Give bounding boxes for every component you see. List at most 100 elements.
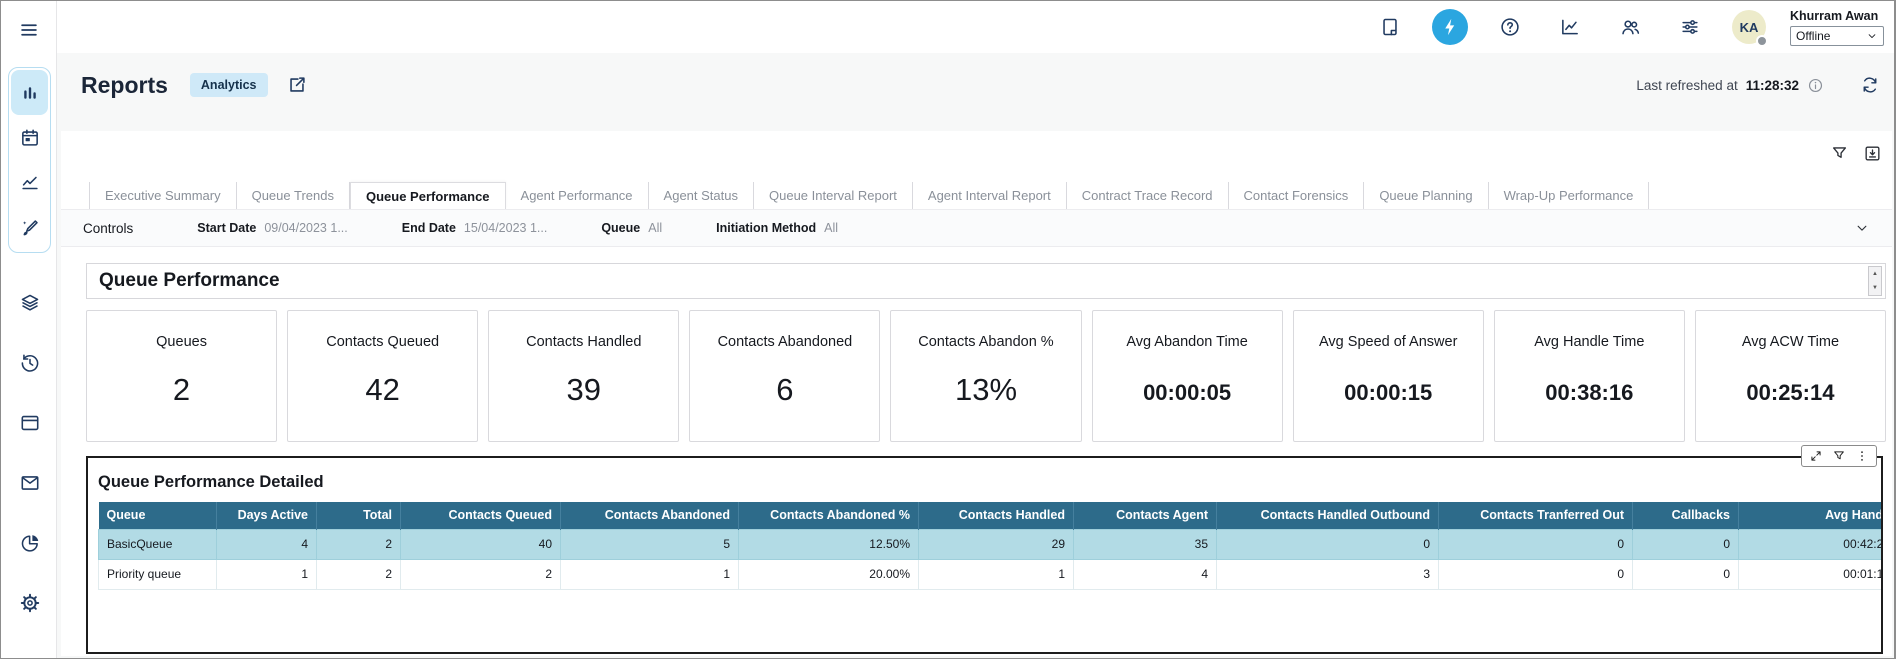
open-in-new-button[interactable] (286, 74, 308, 96)
sidebar-secondary-group (8, 292, 51, 614)
kpi-card: Queues2 (86, 310, 277, 442)
control-end-date[interactable]: End Date15/04/2023 1... (402, 221, 548, 235)
info-icon (1807, 77, 1824, 94)
history-icon (19, 352, 41, 374)
tab-queue-interval-report[interactable]: Queue Interval Report (754, 182, 913, 209)
table-cell: 0 (1633, 529, 1739, 559)
topbar-help-button[interactable] (1492, 9, 1528, 45)
kpi-label: Avg Abandon Time (1126, 334, 1247, 350)
tab-wrap-up-performance[interactable]: Wrap-Up Performance (1489, 182, 1650, 209)
table-cell: 12.50% (739, 529, 919, 559)
refresh-icon (1860, 75, 1880, 95)
column-header[interactable]: Contacts Abandoned % (739, 502, 919, 529)
bar-chart-icon (19, 82, 41, 104)
topbar-document-button[interactable] (1372, 9, 1408, 45)
column-header[interactable]: Days Active (217, 502, 317, 529)
gear-icon (19, 592, 41, 614)
table-row[interactable]: Priority queue122120.00%1430000:01:19 (99, 559, 1882, 589)
document-icon (1379, 16, 1401, 38)
filter-funnel-button[interactable] (1830, 144, 1849, 163)
topbar: KA Khurram Awan Offline (57, 1, 1894, 53)
brush-icon (19, 217, 41, 239)
status-dropdown-value: Offline (1796, 29, 1830, 43)
info-icon[interactable] (1807, 77, 1824, 94)
tab-agent-interval-report[interactable]: Agent Interval Report (913, 182, 1067, 209)
kpi-card: Avg Handle Time00:38:16 (1494, 310, 1685, 442)
line-chart-icon (19, 172, 41, 194)
sidebar-layers-button[interactable] (19, 292, 41, 314)
tab-agent-status[interactable]: Agent Status (649, 182, 754, 209)
control-queue[interactable]: QueueAll (601, 221, 662, 235)
column-header[interactable]: Contacts Handled (919, 502, 1074, 529)
status-dropdown[interactable]: Offline (1790, 26, 1884, 46)
table-cell: 0 (1439, 559, 1633, 589)
topbar-right-cluster: KA Khurram Awan Offline (1372, 1, 1888, 53)
column-header[interactable]: Avg Handl. (1739, 502, 1882, 529)
column-header[interactable]: Contacts Abandoned (561, 502, 739, 529)
tab-executive-summary[interactable]: Executive Summary (89, 182, 237, 209)
tab-queue-trends[interactable]: Queue Trends (237, 182, 350, 209)
external-link-icon (286, 74, 308, 96)
column-header[interactable]: Contacts Queued (401, 502, 561, 529)
status-indicator-dot (1756, 35, 1768, 47)
kebab-menu-button[interactable] (1855, 449, 1869, 463)
topbar-metrics-button[interactable] (1552, 9, 1588, 45)
topbar-sliders-button[interactable] (1672, 9, 1708, 45)
kpi-label: Avg Handle Time (1534, 334, 1644, 350)
tab-agent-performance[interactable]: Agent Performance (506, 182, 649, 209)
sidebar-calendar-button[interactable] (11, 115, 48, 160)
hamburger-menu-button[interactable] (14, 18, 44, 42)
table-actions (1801, 445, 1877, 467)
pie-icon (19, 532, 41, 554)
sidebar-gear-button[interactable] (19, 592, 41, 614)
sidebar-pie-button[interactable] (19, 532, 41, 554)
kpi-label: Queues (156, 334, 207, 350)
last-refreshed-time: 11:28:32 (1746, 78, 1799, 93)
control-initiation-method[interactable]: Initiation MethodAll (716, 221, 838, 235)
kpi-value: 39 (567, 372, 601, 408)
sidebar-window-button[interactable] (19, 412, 41, 434)
column-header[interactable]: Contacts Agent (1074, 502, 1217, 529)
sidebar-mail-button[interactable] (19, 472, 41, 494)
tab-contact-forensics[interactable]: Contact Forensics (1229, 182, 1365, 209)
column-header[interactable]: Callbacks (1633, 502, 1739, 529)
column-header[interactable]: Contacts Handled Outbound (1217, 502, 1439, 529)
table-filter-button[interactable] (1832, 449, 1846, 463)
kpi-card: Contacts Abandoned6 (689, 310, 880, 442)
last-refreshed: Last refreshed at 11:28:32 (1636, 75, 1880, 95)
sidebar-line-chart-button[interactable] (11, 160, 48, 205)
tab-queue-planning[interactable]: Queue Planning (1364, 182, 1488, 209)
tab-queue-performance[interactable]: Queue Performance (350, 182, 506, 209)
sidebar-history-button[interactable] (19, 352, 41, 374)
control-start-date[interactable]: Start Date09/04/2023 1... (197, 221, 347, 235)
sidebar-bar-chart-button[interactable] (11, 70, 48, 115)
table-cell: BasicQueue (99, 529, 217, 559)
kpi-card: Avg Speed of Answer00:00:15 (1293, 310, 1484, 442)
detail-table-card: Queue Performance Detailed QueueDays Act… (86, 456, 1883, 654)
kpi-card: Contacts Handled39 (488, 310, 679, 442)
column-header[interactable]: Queue (99, 502, 217, 529)
app-window: KA Khurram Awan Offline Reports Analytic… (0, 0, 1896, 659)
download-button[interactable] (1863, 144, 1882, 163)
sidebar-brush-button[interactable] (11, 205, 48, 250)
column-header[interactable]: Contacts Tranferred Out (1439, 502, 1633, 529)
expand-button[interactable] (1809, 449, 1823, 463)
controls-collapse-chevron[interactable] (1854, 220, 1870, 236)
column-header[interactable]: Total (317, 502, 401, 529)
report-tabstrip: Executive SummaryQueue TrendsQueue Perfo… (89, 182, 1864, 209)
table-cell: 29 (919, 529, 1074, 559)
section-spinner[interactable]: ▲▼ (1868, 266, 1882, 296)
refresh-button[interactable] (1860, 75, 1880, 95)
table-row[interactable]: BasicQueue4240512.50%293500000:42:22 (99, 529, 1882, 559)
avatar[interactable]: KA (1732, 10, 1766, 44)
topbar-lightning-button[interactable] (1432, 9, 1468, 45)
user-block: Khurram Awan Offline (1790, 9, 1884, 46)
kpi-value: 13% (955, 372, 1017, 408)
table-cell: 2 (317, 529, 401, 559)
chevron-down-icon (1866, 30, 1878, 42)
tab-contract-trace-record[interactable]: Contract Trace Record (1067, 182, 1229, 209)
table-cell: 0 (1217, 529, 1439, 559)
controls-label: Controls (83, 221, 133, 236)
table-cell: 2 (317, 559, 401, 589)
topbar-contacts-button[interactable] (1612, 9, 1648, 45)
